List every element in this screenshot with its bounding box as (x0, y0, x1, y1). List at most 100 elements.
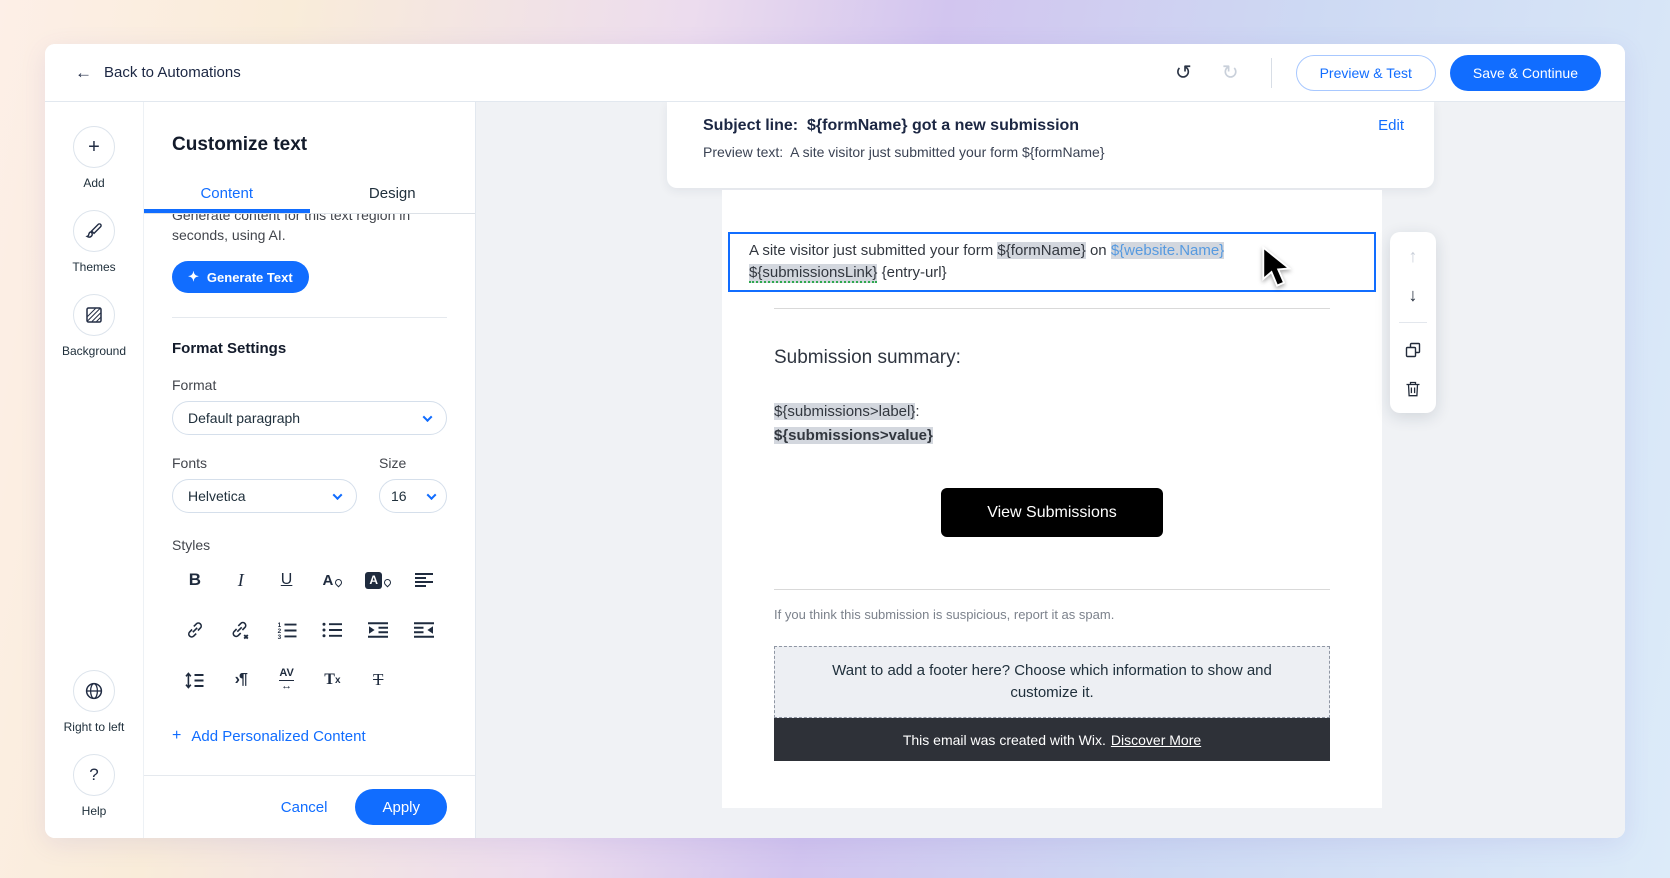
subject-label: Subject line: (703, 117, 799, 134)
rail-item-help[interactable]: ? Help (73, 754, 115, 818)
rail-label-background: Background (61, 344, 127, 358)
submissions-label-row: ${submissions>label}: (774, 403, 1330, 420)
highlight-chip-icon: A (365, 571, 383, 589)
toolbar-divider (1399, 322, 1427, 323)
style-link-button[interactable] (184, 619, 206, 641)
style-italic-button[interactable]: I (230, 569, 252, 591)
back-label: Back to Automations (104, 64, 241, 81)
style-unlink-button[interactable] (230, 619, 252, 641)
duplicate-icon[interactable] (1401, 338, 1425, 362)
plus-icon: + (172, 727, 182, 744)
move-up-icon[interactable]: ↑ (1401, 244, 1425, 268)
add-personalized-label: Add Personalized Content (191, 727, 366, 745)
discover-more-link[interactable]: Discover More (1111, 732, 1201, 748)
save-and-continue-label: Save & Continue (1472, 64, 1578, 81)
save-and-continue-button[interactable]: Save & Continue (1449, 54, 1601, 91)
style-bullet-list-button[interactable] (321, 619, 343, 641)
style-bold-button[interactable]: B (184, 569, 206, 591)
grid-empty-cell (413, 669, 435, 691)
rail-label-add: Add (83, 176, 105, 190)
style-letter-spacing-button[interactable]: AV ↔ (276, 668, 298, 692)
question-glyph: ? (89, 765, 99, 784)
rail-item-right-to-left[interactable]: Right to left (64, 670, 124, 734)
variable-form-name[interactable]: ${formName} (997, 242, 1086, 259)
help-icon: ? (73, 754, 115, 796)
clear-x-glyph: x (334, 674, 341, 686)
tab-design[interactable]: Design (310, 172, 476, 213)
add-personalized-content-button[interactable]: + Add Personalized Content (172, 727, 447, 745)
fonts-dropdown[interactable]: Helvetica (172, 479, 357, 513)
move-down-icon[interactable]: ↓ (1401, 283, 1425, 307)
undo-icon[interactable]: ↺ (1167, 59, 1200, 87)
rail-label-themes: Themes (72, 260, 116, 274)
variable-submissions-label[interactable]: ${submissions>label} (774, 403, 916, 420)
body-text-segment: on (1085, 242, 1111, 259)
subject-line: Subject line: ${formName} got a new subm… (703, 117, 1404, 135)
style-indent-increase-button[interactable] (367, 619, 389, 641)
clear-t-glyph: T (324, 671, 335, 688)
generate-text-button[interactable]: ✦ Generate Text (172, 261, 309, 293)
selected-text-region[interactable]: A site visitor just submitted your form … (728, 232, 1376, 292)
view-submissions-button[interactable]: View Submissions (941, 488, 1163, 537)
preview-and-test-button[interactable]: Preview & Test (1295, 54, 1436, 91)
horizontal-arrow-glyph: ↔ (281, 680, 293, 692)
panel-tabs: Content Design (144, 172, 475, 214)
editor-canvas: Subject line: ${formName} got a new subm… (476, 102, 1625, 838)
paintbrush-icon (72, 210, 115, 252)
wix-footer-text: This email was created with Wix. (902, 731, 1106, 748)
style-line-spacing-button[interactable] (184, 669, 206, 691)
variable-submissions-value[interactable]: ${submissions>value} (774, 427, 933, 444)
style-text-color-button[interactable]: A (321, 569, 344, 591)
ai-hint-text: Generate content for this text region in… (172, 214, 411, 243)
view-submissions-label: View Submissions (987, 503, 1117, 521)
styles-icon-grid: B I U A A 1 2 3 ›¶ AV ↔ T x T (172, 569, 447, 692)
size-value: 16 (391, 488, 407, 504)
preview-text-line: Preview text: A site visitor just submit… (703, 144, 1404, 160)
rail-item-themes[interactable]: Themes (72, 210, 116, 274)
style-strikethrough-button[interactable]: T (367, 669, 389, 691)
style-ordered-list-button[interactable]: 1 2 3 (276, 619, 298, 641)
format-value: Default paragraph (188, 410, 301, 426)
variable-submissions-link[interactable]: ${submissionsLink} (749, 264, 878, 283)
format-dropdown[interactable]: Default paragraph (172, 401, 447, 435)
submissions-value-row: ${submissions>value} (774, 427, 1330, 444)
style-align-button[interactable] (413, 569, 435, 591)
text-color-a-glyph: A (322, 571, 334, 589)
preview-label: Preview text: (703, 144, 784, 160)
panel-divider (172, 317, 447, 318)
redo-icon[interactable]: ↻ (1214, 59, 1247, 87)
style-clear-format-button[interactable]: Tx (321, 669, 343, 691)
preview-value: A site visitor just submitted your form … (790, 144, 1105, 160)
subject-card: Subject line: ${formName} got a new subm… (667, 102, 1434, 188)
submission-summary-heading: Submission summary: (774, 347, 961, 368)
page-background: ← Back to Automations ↺ ↻ Preview & Test… (0, 0, 1670, 878)
fonts-label: Fonts (172, 455, 208, 471)
style-indent-decrease-button[interactable] (413, 619, 435, 641)
delete-icon[interactable] (1401, 377, 1425, 401)
apply-button[interactable]: Apply (355, 789, 447, 825)
fonts-size-row: Fonts Helvetica Size 16 (172, 435, 447, 513)
email-divider (774, 308, 1330, 309)
tab-content[interactable]: Content (144, 172, 310, 213)
body-text-segment: {entry-url} (877, 264, 947, 281)
edit-subject-button[interactable]: Edit (1378, 117, 1404, 134)
size-dropdown[interactable]: 16 (379, 479, 447, 513)
rail-item-add[interactable]: + Add (73, 126, 115, 190)
cancel-button[interactable]: Cancel (281, 799, 328, 816)
variable-website-name[interactable]: ${website.Name} (1110, 242, 1225, 259)
footer-placeholder[interactable]: Want to add a footer here? Choose which … (774, 646, 1330, 718)
style-highlight-color-button[interactable]: A (365, 569, 393, 591)
panel-title: Customize text (172, 134, 308, 155)
back-to-automations-button[interactable]: ← Back to Automations (75, 64, 241, 81)
panel-body: Generate content for this text region in… (144, 214, 475, 775)
topbar-divider (1270, 57, 1272, 88)
colon-text: : (915, 403, 920, 420)
rail-item-background[interactable]: Background (62, 294, 126, 358)
email-canvas: A site visitor just submitted your form … (722, 190, 1382, 808)
top-bar: ← Back to Automations ↺ ↻ Preview & Test… (45, 44, 1625, 102)
style-underline-button[interactable]: U (276, 569, 298, 591)
plus-glyph: + (88, 135, 100, 158)
size-label: Size (379, 455, 407, 471)
style-text-direction-button[interactable]: ›¶ (230, 669, 252, 691)
left-icon-rail: + Add Themes Background Right to left ? … (45, 102, 143, 838)
